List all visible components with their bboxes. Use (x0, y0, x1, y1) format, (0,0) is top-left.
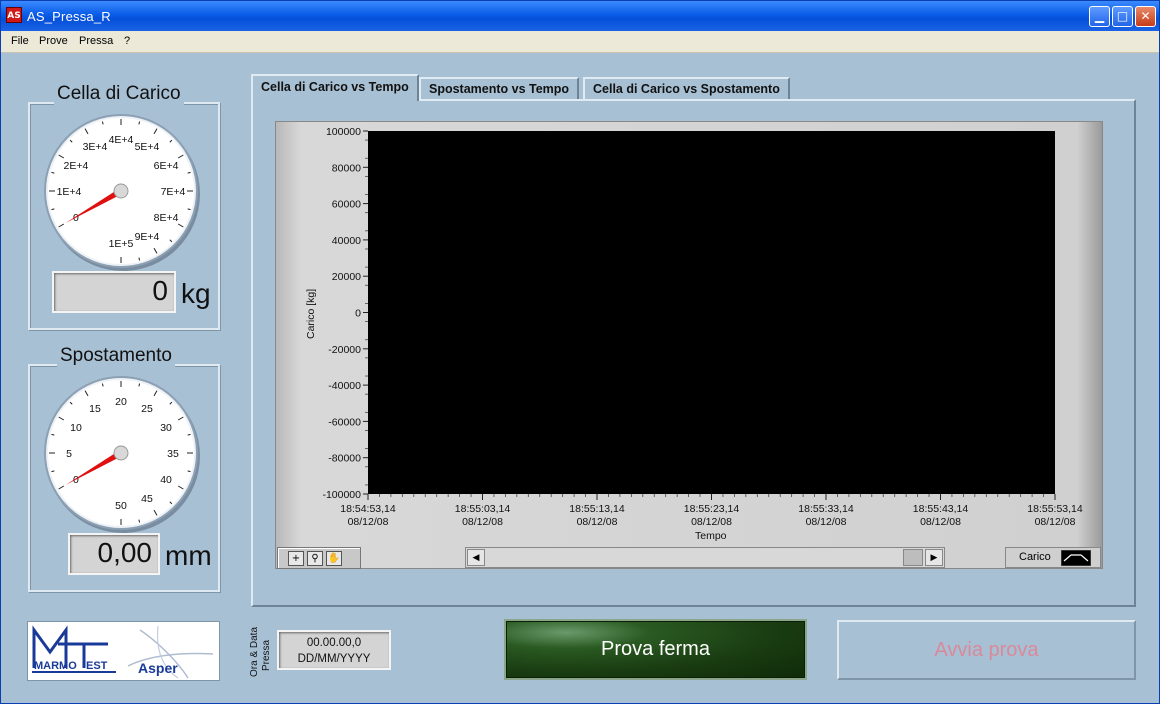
pan-tool-button[interactable]: ✋ (326, 551, 342, 566)
displacement-unit: mm (165, 540, 212, 571)
graph-tools-palette: + ⚲ ✋ (277, 547, 361, 569)
company-logo: MARMO EST Asper (27, 621, 220, 681)
scroll-thumb[interactable] (903, 549, 923, 566)
hand-icon: ✋ (327, 553, 341, 564)
app-window: AS AS_Pressa_R ▁ □ ✕ File Prove Pressa ?… (0, 0, 1160, 704)
tab-load-vs-displacement[interactable]: Cella di Carico vs Spostamento (583, 77, 790, 99)
minimize-icon: ▁ (1094, 9, 1105, 23)
plot-legend[interactable]: Carico (1005, 547, 1101, 568)
tab-displacement-vs-time[interactable]: Spostamento vs Tempo (419, 77, 580, 99)
zoom-icon: ⚲ (311, 553, 319, 564)
load-cell-unit: kg (181, 278, 211, 309)
stop-test-button[interactable]: Prova ferma (504, 619, 807, 680)
logo-asper: Asper (138, 660, 178, 676)
cursor-tool-button[interactable]: + (288, 551, 304, 566)
load-cell-title: Cella di Carico (54, 83, 184, 105)
legend-series-name: Carico (1019, 551, 1051, 563)
timestamp-date: DD/MM/YYYY (297, 653, 371, 665)
window-title: AS_Pressa_R (27, 9, 111, 24)
menu-pressa[interactable]: Pressa (79, 35, 113, 47)
displacement-title: Spostamento (57, 345, 175, 367)
menu-file[interactable]: File (11, 35, 29, 47)
scroll-right-button[interactable]: ▶ (925, 549, 943, 566)
logo-marmo: MARMO (34, 660, 77, 672)
arrow-left-icon: ◀ (472, 553, 480, 563)
zoom-tool-button[interactable]: ⚲ (307, 551, 323, 566)
displacement-value: 0,00 (68, 533, 160, 575)
x-axis-label: Tempo (695, 530, 727, 542)
arrow-right-icon: ▶ (930, 553, 938, 563)
y-axis-label: Carico [kg] (305, 288, 317, 339)
x-scrollbar[interactable]: ◀ ▶ (465, 547, 945, 568)
close-icon: ✕ (1140, 9, 1151, 23)
maximize-button[interactable]: □ (1112, 6, 1133, 27)
load-cell-value: 0 (52, 271, 176, 313)
timestamp-time: 00.00.00,0 (306, 637, 362, 649)
title-bar[interactable]: AS AS_Pressa_R ▁ □ ✕ (1, 1, 1159, 31)
start-test-button[interactable]: Avvia prova (837, 620, 1136, 680)
timestamp-display: 00.00.00,0 DD/MM/YYYY (277, 630, 391, 670)
timestamp-label: Ora & Data Pressa (233, 621, 281, 677)
menu-help[interactable]: ? (124, 35, 130, 47)
menu-bar: File Prove Pressa ? (1, 31, 1159, 53)
plot-area[interactable] (368, 131, 1055, 494)
scroll-left-button[interactable]: ◀ (467, 549, 485, 566)
legend-line-icon (1061, 550, 1091, 566)
menu-prove[interactable]: Prove (39, 35, 68, 47)
logo-test: EST (86, 660, 108, 672)
minimize-button[interactable]: ▁ (1089, 6, 1110, 27)
tab-load-vs-time[interactable]: Cella di Carico vs Tempo (251, 74, 419, 101)
crosshair-icon: + (291, 553, 301, 564)
timestamp-label-line1: Ora & Data (249, 626, 260, 677)
close-button[interactable]: ✕ (1135, 6, 1156, 27)
app-icon: AS (6, 7, 22, 23)
timestamp-label-line2: Pressa (261, 639, 272, 671)
maximize-icon: □ (1116, 9, 1129, 23)
